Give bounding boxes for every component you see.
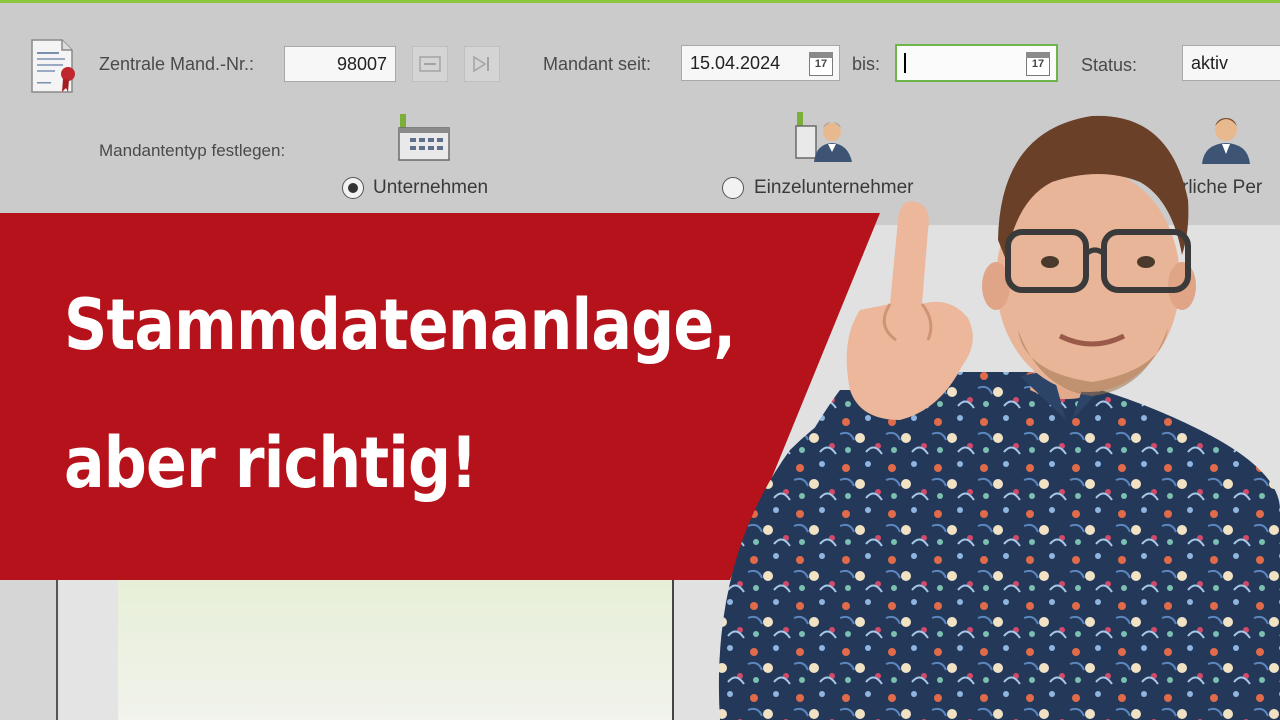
- until-date-field[interactable]: 17: [895, 44, 1058, 82]
- client-since-date-field[interactable]: 15.04.2024 17: [681, 45, 840, 81]
- client-since-label: Mandant seit:: [543, 54, 652, 74]
- card-view-button[interactable]: [412, 46, 448, 82]
- company-building-icon: [398, 114, 450, 161]
- side-panel: [0, 580, 58, 720]
- radio-company[interactable]: [342, 177, 364, 199]
- content-panel: [118, 580, 674, 720]
- side-panel-inner: [60, 580, 118, 720]
- card-icon: [419, 56, 441, 72]
- presenter-image: [718, 115, 1280, 720]
- radio-company-label: Unternehmen: [373, 177, 489, 198]
- calendar-icon[interactable]: 17: [809, 52, 833, 76]
- client-since-value: 15.04.2024: [690, 53, 781, 73]
- calendar-icon[interactable]: 17: [1026, 52, 1050, 76]
- headline-line-2: aber richtig!: [64, 422, 478, 504]
- central-number-label: Zentrale Mand.-Nr.:: [99, 54, 255, 74]
- client-type-label: Mandantentyp festlegen:: [99, 141, 286, 160]
- skip-end-icon: [473, 55, 489, 73]
- headline-line-1: Stammdatenanlage,: [64, 284, 736, 366]
- status-select[interactable]: aktiv: [1182, 45, 1280, 81]
- skip-to-end-button[interactable]: [464, 46, 500, 82]
- certificate-document-icon: [31, 39, 75, 93]
- status-label: Status:: [1081, 55, 1138, 75]
- text-caret: [904, 53, 906, 73]
- central-number-field[interactable]: 98007: [284, 46, 396, 82]
- until-label: bis:: [852, 54, 881, 74]
